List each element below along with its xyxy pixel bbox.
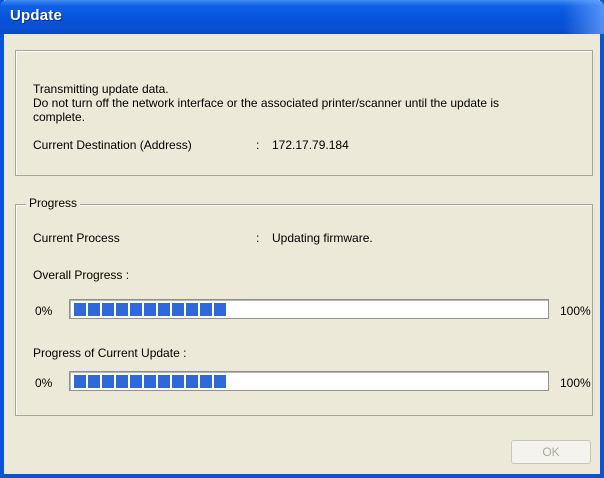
progress-group-label: Progress (26, 196, 81, 210)
window-title: Update (10, 7, 63, 24)
current-update-max-label: 100% (560, 376, 591, 390)
overall-progress-bar (69, 299, 549, 319)
overall-min-label: 0% (35, 304, 53, 318)
update-dialog: Update Transmitting update data. Do not … (0, 0, 604, 478)
destination-address: 172.17.79.184 (272, 138, 349, 152)
destination-label: Current Destination (Address) (33, 138, 192, 152)
message-line-3: complete. (33, 110, 86, 124)
message-line-2: Do not turn off the network interface or… (33, 96, 500, 110)
current-process-label: Current Process (33, 231, 120, 245)
current-update-label: Progress of Current Update : (33, 346, 187, 360)
destination-separator: : (256, 138, 260, 152)
overall-progress-fill (74, 303, 226, 316)
status-panel: Transmitting update data. Do not turn of… (15, 50, 593, 176)
ok-button[interactable]: OK (511, 440, 591, 464)
title-bar-gloss (564, 0, 604, 34)
overall-max-label: 100% (560, 304, 591, 318)
overall-progress-label: Overall Progress : (33, 268, 130, 282)
progress-group: Progress Current Process : Updating firm… (15, 196, 593, 416)
current-process-value: Updating firmware. (272, 231, 373, 245)
current-process-separator: : (256, 231, 260, 245)
current-update-progress-bar (69, 371, 549, 391)
current-update-progress-fill (74, 375, 226, 388)
title-bar[interactable]: Update (0, 0, 604, 34)
message-line-1: Transmitting update data. (33, 82, 169, 96)
current-update-min-label: 0% (35, 376, 53, 390)
